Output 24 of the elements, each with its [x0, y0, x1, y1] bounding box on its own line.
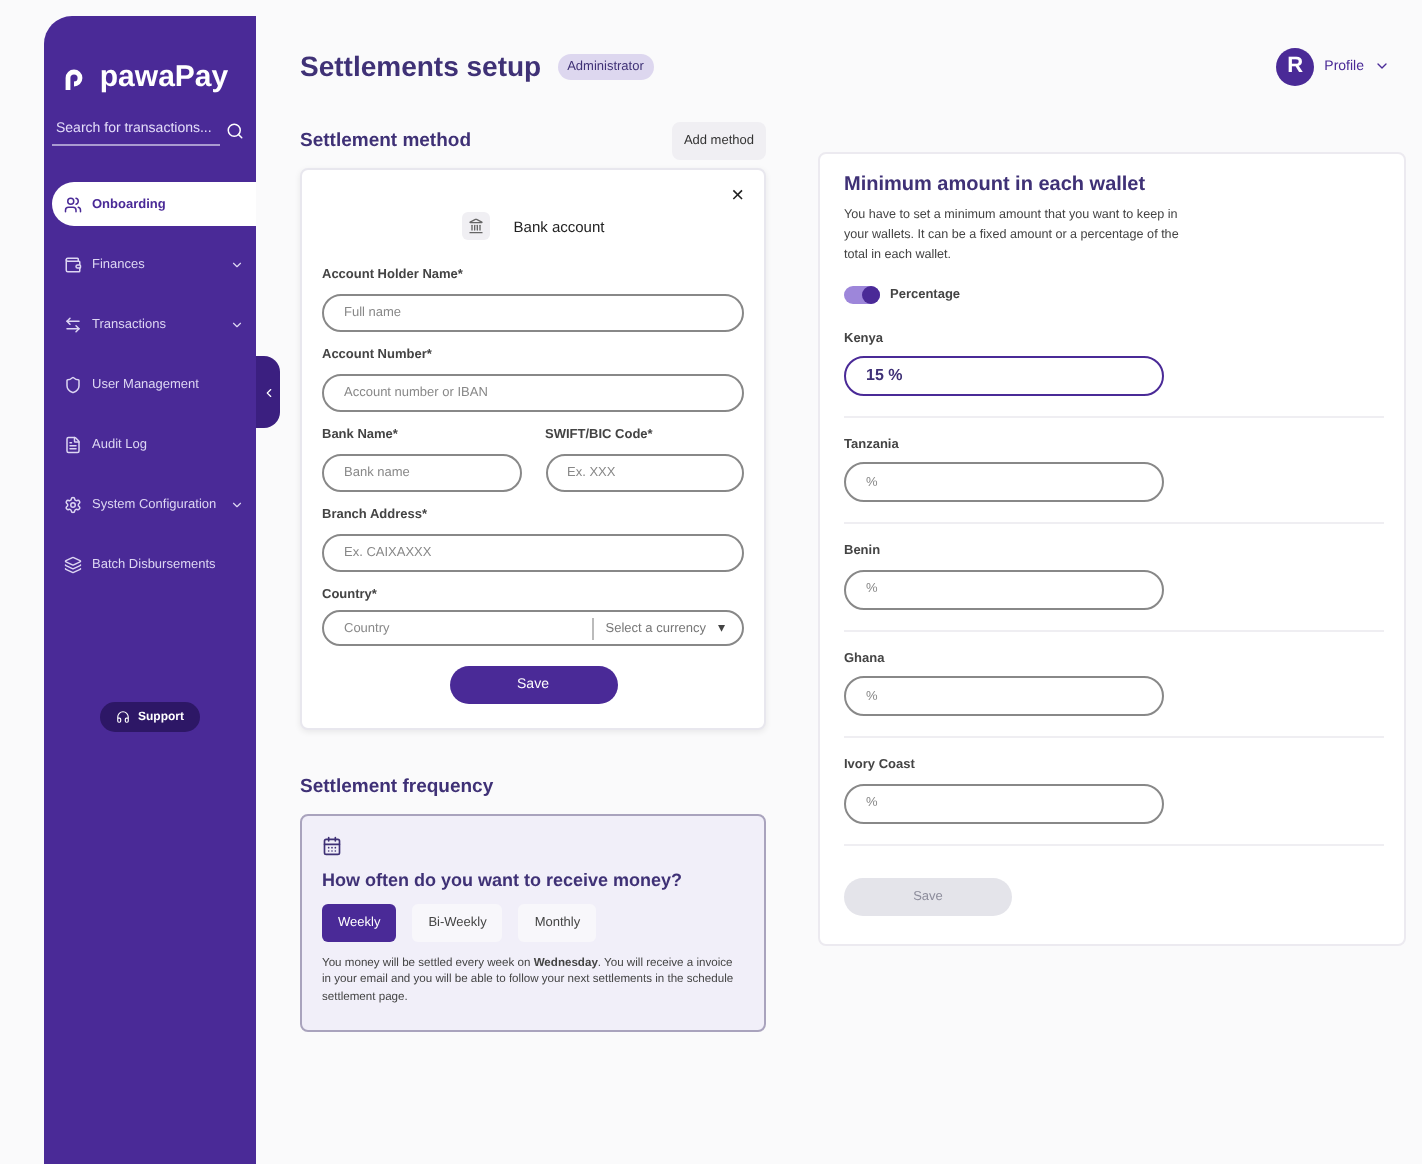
section-title: Settlement method	[300, 129, 472, 151]
collapse-handle[interactable]	[256, 356, 280, 428]
menu-icon	[64, 435, 82, 453]
menu-icon	[64, 195, 82, 213]
menu-icon	[64, 495, 82, 513]
avatar[interactable]: R	[1276, 47, 1315, 85]
amount-field[interactable]: 15 %	[844, 355, 1164, 396]
chevron-icon	[261, 385, 275, 399]
logo-text: pawaPay	[99, 60, 229, 94]
frequency-question: How often do you want to receive money?	[322, 870, 685, 890]
page-title: Settlements setup	[300, 50, 542, 82]
menu-icon	[64, 375, 82, 393]
menu-icon	[64, 555, 82, 573]
bank-icon	[461, 212, 490, 240]
headset-icon	[116, 710, 130, 724]
section-title: Settlement frequency	[300, 775, 494, 797]
close-button[interactable]: ×	[731, 186, 744, 208]
search-icon	[226, 122, 244, 140]
chevron-icon[interactable]	[1374, 58, 1390, 74]
menu-icon	[64, 315, 82, 333]
percentage-toggle[interactable]	[844, 286, 880, 305]
menu-icon	[64, 255, 82, 273]
calendar-icon	[322, 836, 342, 856]
card-title: Minimum amount in each wallet	[844, 174, 1148, 196]
